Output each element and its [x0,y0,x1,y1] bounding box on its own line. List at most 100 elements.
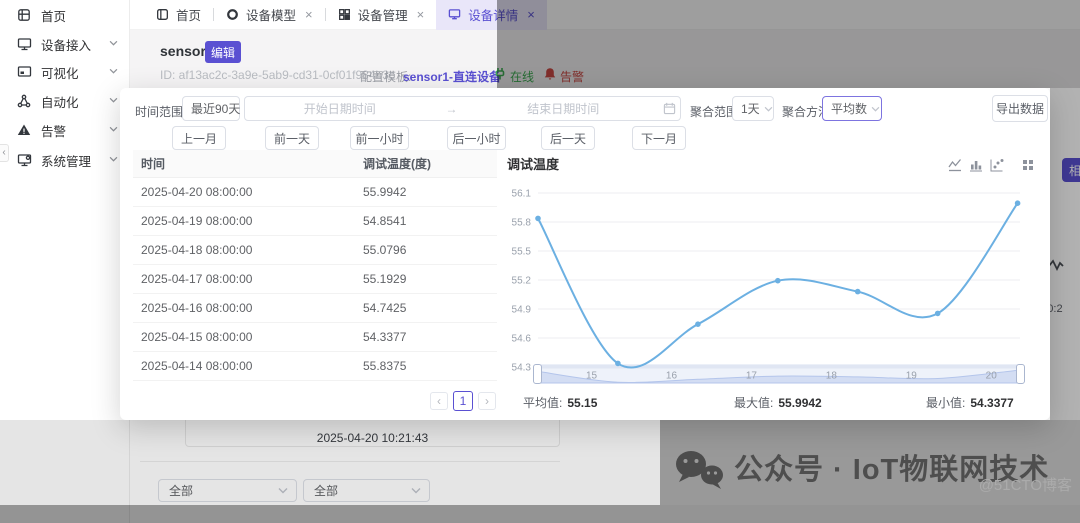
close-icon[interactable]: × [527,8,535,21]
avg-stat: 平均值: 55.15 [523,396,598,410]
prev-hour-button[interactable]: 前一小时 [350,126,409,150]
sidebar-item-visualization[interactable]: 可视化 [0,58,130,86]
cell-temperature: 54.3377 [363,330,407,344]
svg-text:18: 18 [826,371,838,382]
table-row[interactable]: 2025-04-15 08:00:00 54.3377 [133,323,497,352]
svg-text:17: 17 [746,371,758,382]
tab-device-model[interactable]: 设备模型 × [214,0,325,30]
cell-time: 2025-04-14 08:00:00 [141,359,253,373]
tab-label: 设备模型 [246,9,297,23]
range-arrow: → [445,101,458,116]
tab-home[interactable]: 首页 [144,0,213,30]
chevron-down-icon [109,156,118,162]
sidebar-item-label: 系统管理 [41,154,92,169]
background-filter-2[interactable]: 全部 [303,479,430,502]
next-hour-button[interactable]: 后一小时 [447,126,506,150]
tab-label: 首页 [176,9,202,23]
cell-time: 2025-04-20 08:00:00 [141,185,253,199]
agg-method-select[interactable]: 平均数 [822,96,882,121]
chevron-down-icon [109,126,118,132]
table-row[interactable]: 2025-04-18 08:00:00 55.0796 [133,236,497,265]
dim-overlay-right [1050,88,1080,420]
prev-month-button[interactable]: 上一月 [172,126,226,150]
table-row[interactable]: 2025-04-14 08:00:00 55.8375 [133,352,497,381]
chart-panel: 调试温度 56.1 55.8 55.5 55.2 54.9 54.6 54.3 15 16 17 1… [505,150,1045,384]
start-date-placeholder[interactable]: 开始日期时间 [245,100,435,117]
chevron-down-icon [278,487,288,494]
next-day-button[interactable]: 后一天 [541,126,595,150]
sidebar-item-label: 自动化 [41,95,79,110]
prev-day-button[interactable]: 前一天 [265,126,319,150]
table-row[interactable]: 2025-04-20 08:00:00 55.9942 [133,178,497,207]
cell-temperature: 55.0796 [363,243,407,257]
page-prev-button[interactable]: ‹ [430,392,448,410]
page-next-button[interactable]: › [478,392,496,410]
sidebar-item-label: 首页 [41,9,67,24]
temperature-line-chart[interactable]: 56.1 55.8 55.5 55.2 54.9 54.6 54.3 15 16 17 18 19 20 [505,150,1045,388]
sidebar-item-home[interactable]: 首页 [0,1,130,29]
cell-time: 2025-04-15 08:00:00 [141,330,253,344]
cell-time: 2025-04-19 08:00:00 [141,214,253,228]
home-tab-icon [156,8,169,21]
close-icon[interactable]: × [417,8,425,21]
svg-text:56.1: 56.1 [512,189,532,200]
device-access-icon [17,37,32,52]
table-row[interactable]: 2025-04-16 08:00:00 54.7425 [133,294,497,323]
table-row[interactable]: 2025-04-17 08:00:00 55.1929 [133,265,497,294]
end-date-placeholder[interactable]: 结束日期时间 [469,100,659,117]
chevron-down-icon [109,40,118,46]
visualization-icon [17,65,32,80]
cell-temperature: 55.8375 [363,359,407,373]
svg-text:16: 16 [666,371,678,382]
alarm-bell-icon [543,67,557,81]
sidebar: 首页设备接入可视化自动化告警系统管理 [0,0,130,523]
background-filter-1[interactable]: 全部 [158,479,297,502]
svg-text:55.8: 55.8 [512,218,532,229]
column-header-time: 时间 [141,157,166,171]
svg-text:20: 20 [986,371,998,382]
svg-text:55.5: 55.5 [512,247,532,258]
min-stat: 最小值: 54.3377 [926,396,1014,410]
watermark: 公众号 · IoT物联网技术 @51CTO博客 [660,420,1080,505]
close-icon[interactable]: × [305,8,313,21]
table-row[interactable]: 2025-04-19 08:00:00 54.8541 [133,207,497,236]
time-range-label: 时间范围: [135,105,187,119]
max-stat: 最大值: 55.9942 [734,396,822,410]
tab-device-detail[interactable]: 设备详情 × [436,0,547,30]
partial-purple-button[interactable]: 相 [1062,158,1080,182]
chevron-down-icon [867,106,880,112]
home-icon [17,8,32,23]
tab-device-manage[interactable]: 设备管理 × [326,0,437,30]
date-range-picker[interactable]: 开始日期时间 → 结束日期时间 [244,96,681,121]
device-detail-icon [448,8,461,21]
alarm-icon [17,123,32,138]
waveform-icon [1048,258,1064,272]
time-range-select[interactable]: 最近90天 [182,96,253,121]
watermark-credit: @51CTO博客 [978,477,1072,494]
page-current-button[interactable]: 1 [453,391,473,411]
sidebar-collapse-icon[interactable]: ‹ [0,144,9,162]
export-data-button[interactable]: 导出数据 [992,95,1048,122]
svg-text:55.2: 55.2 [512,276,532,287]
next-month-button[interactable]: 下一月 [632,126,686,150]
cell-temperature: 55.1929 [363,272,407,286]
chevron-down-icon [760,106,773,112]
svg-text:19: 19 [906,371,918,382]
alarm-status: 告警 [560,70,585,84]
sidebar-item-automation[interactable]: 自动化 [0,87,130,115]
sidebar-item-alarm[interactable]: 告警 [0,116,130,144]
wechat-icon [674,448,726,494]
sidebar-item-label: 可视化 [41,66,79,81]
cell-time: 2025-04-18 08:00:00 [141,243,253,257]
history-data-modal: 时间范围: 最近90天 开始日期时间 → 结束日期时间 聚合范围: 1天 聚合方… [120,88,1050,420]
edit-button[interactable]: 编辑 [205,41,241,63]
sidebar-item-system[interactable]: 系统管理 [0,146,130,174]
cell-temperature: 54.7425 [363,301,407,315]
template-value[interactable]: sensor1-直连设备 [403,68,501,85]
online-status: 在线 [510,70,535,84]
svg-text:15: 15 [586,371,598,382]
agg-range-select[interactable]: 1天 [732,96,774,121]
sidebar-item-device-access[interactable]: 设备接入 [0,30,130,58]
online-plug-icon [493,67,507,81]
sidebar-item-label: 告警 [41,124,67,139]
